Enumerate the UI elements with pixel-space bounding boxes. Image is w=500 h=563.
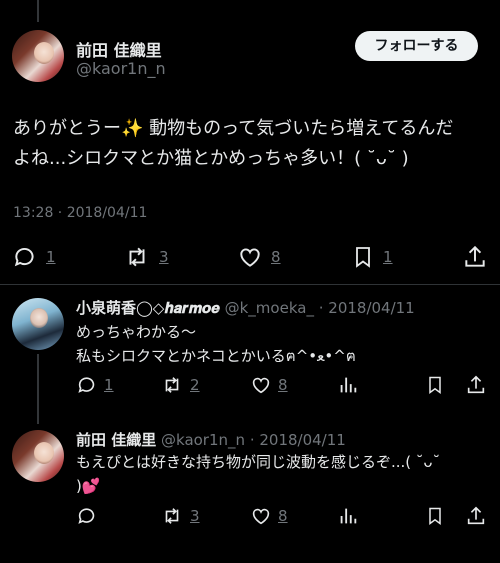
author-handle[interactable]: @kaor1n_n [76,59,166,78]
like-count: 8 [278,507,288,525]
divider [0,284,500,285]
author-name[interactable]: 小泉萌香◯◇𝒉𝒂𝒓𝒎𝒐𝒆 [76,299,220,317]
like-button[interactable]: 8 [237,244,281,270]
heart-icon [252,508,270,525]
reply-date[interactable]: · 2018/04/11 [319,299,415,317]
reply-text: めっちゃわかる〜 私もシロクマとかネコとかいるฅ^•ﻌ•^ฅ [76,320,496,368]
reply-date[interactable]: · 2018/04/11 [250,431,346,449]
tweet-text: ありがとうー✨ 動物ものって気づいたら増えてるんだ よね...シロクマとか猫とか… [13,114,493,174]
views-button[interactable] [337,505,359,527]
retweet-icon [129,247,145,267]
bookmark-button[interactable] [425,505,445,527]
share-button[interactable] [465,505,487,527]
like-count: 8 [278,376,288,394]
like-count: 8 [271,248,281,266]
reply-button[interactable] [76,505,98,527]
share-icon [465,245,485,267]
reply-text-line: 私もシロクマとかネコとかいるฅ^•ﻌ•^ฅ [76,347,356,365]
reply-count: 1 [46,248,56,266]
reply-button[interactable]: 1 [12,244,56,270]
heart-icon [240,248,260,267]
bookmark-button[interactable]: 1 [351,244,393,270]
author-name[interactable]: 前田 佳織里 [76,431,156,449]
bookmark-button[interactable] [425,374,445,396]
like-button[interactable]: 8 [250,505,288,527]
reply-text-line: )💕 [76,477,101,495]
bookmark-icon [429,376,441,394]
share-button[interactable] [465,374,487,396]
share-icon [467,375,485,394]
share-icon [467,506,485,525]
reply-count: 1 [104,376,114,394]
reply-button[interactable]: 1 [76,374,114,396]
tweet-timestamp[interactable]: 13:28 · 2018/04/11 [13,205,147,221]
thread-line [37,354,39,424]
retweet-count: 3 [159,248,169,266]
reply-icon [78,377,95,393]
follow-button[interactable]: フォローする [355,31,478,61]
retweet-icon [165,377,179,393]
author-handle[interactable]: @k_moeka_ [225,299,314,317]
retweet-button[interactable]: 3 [123,244,169,270]
views-icon [340,508,357,524]
retweet-button[interactable]: 3 [160,505,200,527]
retweet-icon [165,508,179,524]
reply-header: 前田 佳織里 @kaor1n_n · 2018/04/11 [76,429,346,450]
reply-text: もえぴとは好きな持ち物が同じ波動を感じるぞ...( ˘ᴗ˘ )💕 [76,450,496,498]
like-button[interactable]: 8 [250,374,288,396]
author-name[interactable]: 前田 佳織里 [76,37,162,61]
avatar[interactable] [12,30,64,82]
avatar[interactable] [12,298,64,350]
retweet-count: 3 [190,507,200,525]
tweet-text-line: よね...シロクマとか猫とかめっちゃ多い！( ˘ᴗ˘ ) [13,148,409,169]
reply-text-line: もえぴとは好きな持ち物が同じ波動を感じるぞ...( ˘ᴗ˘ [76,453,441,471]
views-icon [340,377,357,393]
reply-icon [14,248,34,267]
bookmark-icon [356,247,370,268]
reply-text-line: めっちゃわかる〜 [76,323,197,341]
reply-icon [78,508,95,524]
bookmark-count: 1 [383,248,393,266]
heart-icon [252,377,270,394]
reply-header: 小泉萌香◯◇𝒉𝒂𝒓𝒎𝒐𝒆 @k_moeka_ · 2018/04/11 [76,297,415,318]
retweet-count: 2 [190,376,200,394]
tweet-text-line: ありがとうー✨ 動物ものって気づいたら増えてるんだ [13,118,454,139]
avatar[interactable] [12,430,64,482]
share-button[interactable] [462,244,488,270]
views-button[interactable] [337,374,359,396]
retweet-button[interactable]: 2 [160,374,200,396]
bookmark-icon [429,507,441,525]
thread-line-top [37,0,39,22]
author-handle[interactable]: @kaor1n_n [161,431,245,449]
